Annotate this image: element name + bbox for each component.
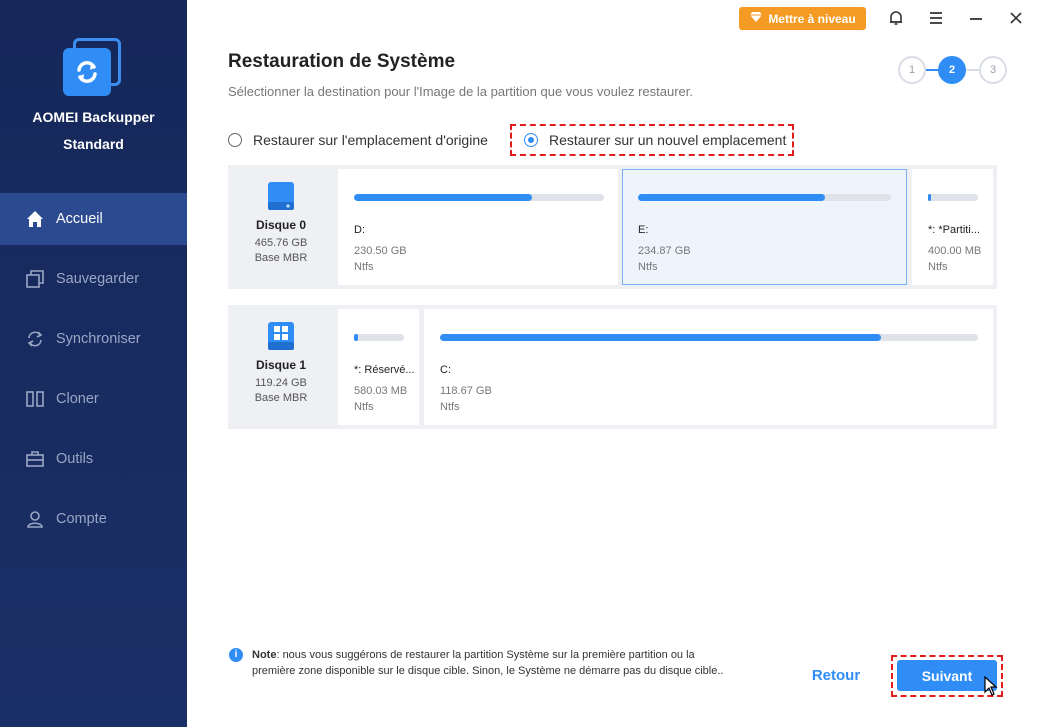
next-button[interactable]: Suivant <box>897 660 997 691</box>
sidebar-item-outils[interactable]: Outils <box>0 433 187 485</box>
minimize-icon[interactable] <box>966 8 986 28</box>
option-new-location[interactable]: Restaurer sur un nouvel emplacement <box>524 132 786 148</box>
sidebar-item-synchroniser[interactable]: Synchroniser <box>0 313 187 365</box>
sidebar-item-label: Sauvegarder <box>56 271 140 287</box>
partition-fs: Ntfs <box>354 261 374 273</box>
app-name: AOMEI Backupper <box>32 109 155 125</box>
backup-icon <box>24 268 46 290</box>
sidebar-item-label: Cloner <box>56 391 99 407</box>
partition-size: 118.67 GB <box>440 385 492 397</box>
partition-c[interactable]: C: 118.67 GB Ntfs <box>424 309 993 425</box>
usage-bar <box>928 194 978 201</box>
sidebar-item-label: Accueil <box>56 211 103 227</box>
option-label: Restaurer sur un nouvel emplacement <box>549 132 787 148</box>
step-connector <box>926 69 938 71</box>
partition-fs: Ntfs <box>928 261 948 273</box>
windows-disk-icon <box>268 322 294 350</box>
sidebar-item-accueil[interactable]: Accueil <box>0 193 187 245</box>
sync-icon <box>24 328 46 350</box>
partition-reserved[interactable]: *: Réservé... 580.03 MB Ntfs <box>338 309 419 425</box>
back-button[interactable]: Retour <box>800 667 872 687</box>
upgrade-label: Mettre à niveau <box>768 11 856 26</box>
partition-system-reserved[interactable]: *: *Partiti... 400.00 MB Ntfs <box>912 169 993 285</box>
partition-fs: Ntfs <box>354 401 374 413</box>
note-body: : nous vous suggérons de restaurer la pa… <box>252 649 724 677</box>
step-2: 2 <box>938 56 966 84</box>
disk-type: Base MBR <box>254 252 308 264</box>
page-title: Restauration de Système <box>228 51 456 72</box>
step-3: 3 <box>979 56 1007 84</box>
partition-size: 580.03 MB <box>354 385 408 397</box>
radio-button[interactable] <box>228 133 242 147</box>
page-subtitle: Sélectionner la destination pour l'Image… <box>228 84 693 99</box>
app-edition: Standard <box>63 136 124 152</box>
disk-info: Disque 1 119.24 GB Base MBR <box>228 305 334 429</box>
radio-button-checked[interactable] <box>524 133 538 147</box>
step-1: 1 <box>898 56 926 84</box>
toolbox-icon <box>24 448 46 470</box>
stepper: 1 2 3 <box>898 56 1008 84</box>
disk-name: Disque 1 <box>255 358 306 372</box>
partition-label: E: <box>638 224 649 236</box>
hard-disk-icon <box>268 182 294 210</box>
user-icon <box>24 508 46 530</box>
sidebar-item-compte[interactable]: Compte <box>0 493 187 545</box>
partition-size: 400.00 MB <box>928 245 982 257</box>
disk-row-0: Disque 0 465.76 GB Base MBR D: 230.50 GB… <box>228 165 997 289</box>
clone-icon <box>24 388 46 410</box>
mouse-cursor-icon <box>984 676 998 696</box>
partition-d[interactable]: D: 230.50 GB Ntfs <box>338 169 618 285</box>
disk-size: 465.76 GB <box>254 237 308 249</box>
app-logo <box>63 38 123 96</box>
option-label: Restaurer sur l'emplacement d'origine <box>253 132 488 148</box>
info-icon: i <box>229 648 243 662</box>
note-prefix: Note <box>252 649 277 661</box>
partition-fs: Ntfs <box>440 401 460 413</box>
partition-label: *: *Partiti... <box>928 224 980 236</box>
usage-bar <box>638 194 891 201</box>
sidebar-item-label: Compte <box>56 511 107 527</box>
partition-label: D: <box>354 224 365 236</box>
sidebar-item-label: Outils <box>56 451 94 467</box>
home-icon <box>24 208 46 230</box>
disk-size: 119.24 GB <box>255 377 307 389</box>
disk-row-1: Disque 1 119.24 GB Base MBR *: Réservé..… <box>228 305 997 429</box>
sidebar-item-sauvegarder[interactable]: Sauvegarder <box>0 253 187 305</box>
partition-label: *: Réservé... <box>354 364 415 376</box>
disk-type: Base MBR <box>254 392 308 404</box>
partition-size: 234.87 GB <box>638 245 691 257</box>
partition-fs: Ntfs <box>638 261 658 273</box>
disk-info: Disque 0 465.76 GB Base MBR <box>228 165 334 289</box>
sidebar-item-label: Synchroniser <box>56 331 141 347</box>
bell-icon[interactable] <box>886 8 906 28</box>
sidebar-item-cloner[interactable]: Cloner <box>0 373 187 425</box>
step-connector <box>966 69 980 71</box>
usage-bar <box>354 334 404 341</box>
note-text: i Note: nous vous suggérons de restaurer… <box>229 647 729 679</box>
disk-name: Disque 0 <box>255 218 306 232</box>
sidebar: AOMEI Backupper Standard Accueil Sauvega… <box>0 0 187 727</box>
menu-icon[interactable] <box>926 8 946 28</box>
sync-arrows-icon <box>77 61 97 83</box>
diamond-icon <box>749 11 763 26</box>
usage-bar <box>440 334 978 341</box>
close-icon[interactable] <box>1006 8 1026 28</box>
option-original-location[interactable]: Restaurer sur l'emplacement d'origine <box>228 132 488 148</box>
partition-size: 230.50 GB <box>354 245 407 257</box>
upgrade-button[interactable]: Mettre à niveau <box>739 7 866 30</box>
partition-e[interactable]: E: 234.87 GB Ntfs <box>622 169 907 285</box>
usage-bar <box>354 194 604 201</box>
partition-label: C: <box>440 364 451 376</box>
